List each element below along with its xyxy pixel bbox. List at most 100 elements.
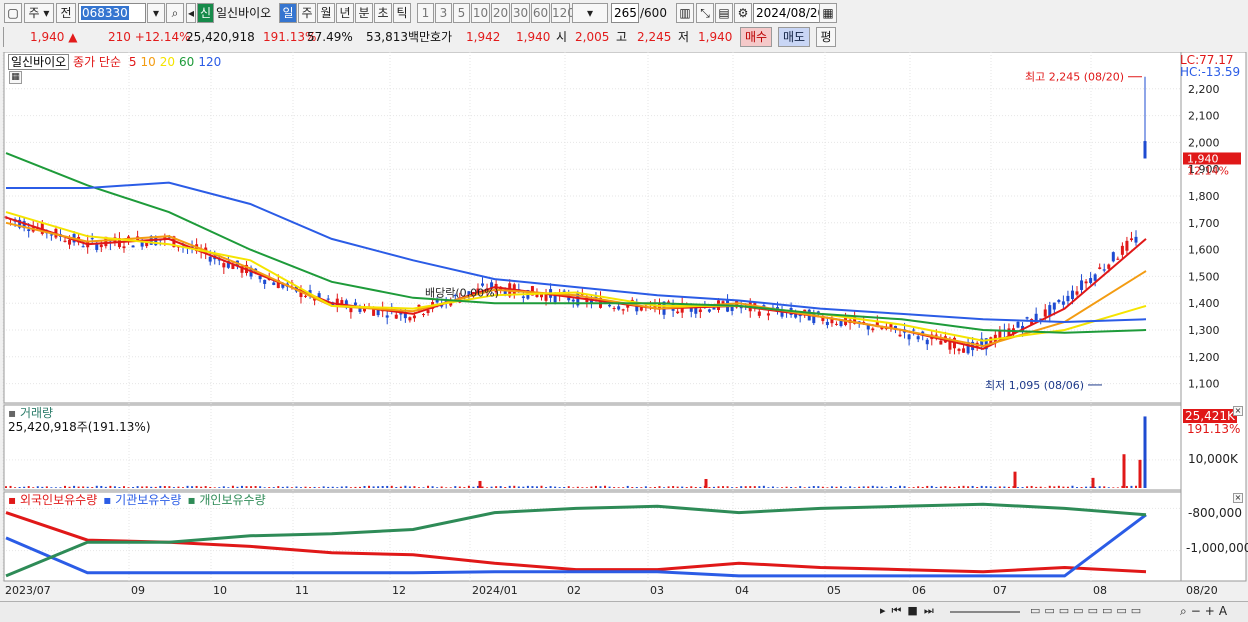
- interval-dropdown[interactable]: ▾: [572, 3, 608, 23]
- volume-bar: [644, 486, 647, 488]
- x-tick-label: 2023/07: [5, 584, 51, 597]
- price-tick-label: 1,600: [1188, 244, 1220, 257]
- buy-button[interactable]: 매수: [740, 27, 772, 47]
- volume-bar: [45, 486, 48, 488]
- period-tab-2[interactable]: 월: [317, 3, 335, 23]
- volume-bar: [835, 486, 838, 488]
- interval-button-5[interactable]: 5: [453, 3, 470, 23]
- volume-bar: [236, 486, 239, 488]
- volume-bar: [976, 486, 979, 488]
- candle-body: [222, 263, 226, 268]
- ma-period-60[interactable]: 60: [179, 55, 194, 69]
- volume-bar: [876, 486, 879, 488]
- interval-button-20[interactable]: 20: [491, 3, 510, 23]
- chart-area[interactable]: 최고 2,245 (08/20) 최저 1,095 (08/06) 배당락(0.00…: [0, 52, 1248, 601]
- quote-turnover: 57.49%: [307, 30, 353, 44]
- search-icon[interactable]: ⌕: [166, 3, 184, 23]
- divider: [3, 27, 4, 47]
- volume-bar: [413, 486, 416, 488]
- zoom-slider[interactable]: [950, 611, 1020, 613]
- ma-period-20[interactable]: 20: [160, 55, 175, 69]
- gear-icon[interactable]: ⚙: [734, 3, 752, 23]
- volume-bar: [944, 486, 947, 488]
- save-icon[interactable]: ▤: [715, 3, 733, 23]
- volume-bar: [145, 486, 148, 488]
- candle-body: [948, 341, 952, 350]
- low-annotation: 최저 1,095 (08/06): [985, 379, 1084, 392]
- candle-body: [939, 340, 943, 345]
- calendar-icon[interactable]: ▦: [819, 3, 837, 23]
- volume-bar: [1007, 486, 1010, 488]
- candle-body: [272, 282, 276, 285]
- volume-bar: [939, 486, 942, 488]
- volume-bar: [517, 486, 520, 488]
- period-tab-0[interactable]: 일: [279, 3, 297, 23]
- volume-bar: [27, 486, 30, 488]
- interval-button-120[interactable]: 120: [551, 3, 575, 23]
- zoom-controls[interactable]: ⌕−+A: [1180, 604, 1231, 619]
- holding-legend-item-0[interactable]: ▪ 외국인보유수량: [8, 493, 97, 507]
- period-tab-4[interactable]: 분: [355, 3, 373, 23]
- volume-bar: [431, 486, 434, 488]
- view-icons[interactable]: ▭▭▭▭▭▭▭▭: [1030, 604, 1145, 617]
- stock-name-tag[interactable]: 일신바이오: [8, 54, 70, 70]
- period-tab-3[interactable]: 년: [336, 3, 354, 23]
- ma-period-5[interactable]: 5: [129, 55, 137, 69]
- avg-button[interactable]: 평: [816, 27, 836, 47]
- close-icon[interactable]: ×: [1233, 406, 1243, 416]
- code-input[interactable]: 068330: [78, 3, 146, 23]
- candle-body: [258, 276, 262, 280]
- period-tab-1[interactable]: 주: [298, 3, 316, 23]
- volume-bar: [150, 486, 153, 488]
- volume-bar: [290, 487, 293, 488]
- period-tab-6[interactable]: 틱: [393, 3, 411, 23]
- speaker-icon[interactable]: ◂: [186, 3, 196, 23]
- interval-button-60[interactable]: 60: [531, 3, 550, 23]
- scroll-bar[interactable]: ▸⏮■⏭ ▭▭▭▭▭▭▭▭ ⌕−+A: [0, 601, 1248, 622]
- holding-axis-tick-1: -800,000: [1188, 506, 1242, 520]
- count-input[interactable]: 265: [611, 3, 639, 23]
- volume-bar: [286, 486, 289, 488]
- volume-bar: [921, 486, 924, 488]
- table-icon[interactable]: ▦: [9, 71, 22, 84]
- volume-bar: [908, 487, 911, 488]
- interval-button-3[interactable]: 3: [435, 3, 452, 23]
- close-icon[interactable]: ×: [1233, 493, 1243, 503]
- candle-body: [707, 309, 711, 312]
- interval-button-30[interactable]: 30: [511, 3, 530, 23]
- ma-period-10[interactable]: 10: [140, 55, 155, 69]
- playback-controls[interactable]: ▸⏮■⏭: [880, 604, 940, 618]
- volume-bar: [794, 487, 797, 488]
- open-label: 시: [556, 30, 568, 44]
- candle-body: [304, 295, 308, 297]
- code-dropdown-icon[interactable]: ▾: [147, 3, 165, 23]
- market-select[interactable]: 주 ▾: [24, 3, 54, 23]
- interval-button-10[interactable]: 10: [471, 3, 490, 23]
- volume-bar: [821, 486, 824, 488]
- volume-bar: [372, 486, 375, 488]
- last-candle-body: [1143, 141, 1147, 159]
- ma-period-120[interactable]: 120: [198, 55, 221, 69]
- holding-legend-item-1[interactable]: ▪ 기관보유수량: [103, 493, 181, 507]
- volume-bar: [181, 487, 184, 488]
- bid1-value: 1,942: [466, 30, 501, 44]
- volume-bar: [1125, 486, 1128, 488]
- prev-button[interactable]: 전: [56, 3, 76, 23]
- sell-button[interactable]: 매도: [778, 27, 810, 47]
- new-badge[interactable]: 신: [197, 3, 214, 23]
- candle-body: [934, 334, 938, 336]
- window-icon[interactable]: ▢: [4, 3, 22, 23]
- volume-bar: [812, 485, 815, 488]
- draw-icon[interactable]: ⤡: [696, 3, 714, 23]
- volume-bar: [958, 486, 961, 488]
- volume-bar: [331, 486, 334, 488]
- volume-bar: [404, 485, 407, 488]
- candle-icon[interactable]: ▥: [676, 3, 694, 23]
- period-tab-5[interactable]: 초: [374, 3, 392, 23]
- volume-bar: [1044, 487, 1047, 488]
- candle-body: [676, 311, 680, 314]
- date-input[interactable]: 2024/08/20: [753, 3, 825, 23]
- volume-bar: [653, 486, 656, 488]
- holding-legend-item-2[interactable]: ▪ 개인보유수량: [187, 493, 265, 507]
- interval-button-1[interactable]: 1: [417, 3, 434, 23]
